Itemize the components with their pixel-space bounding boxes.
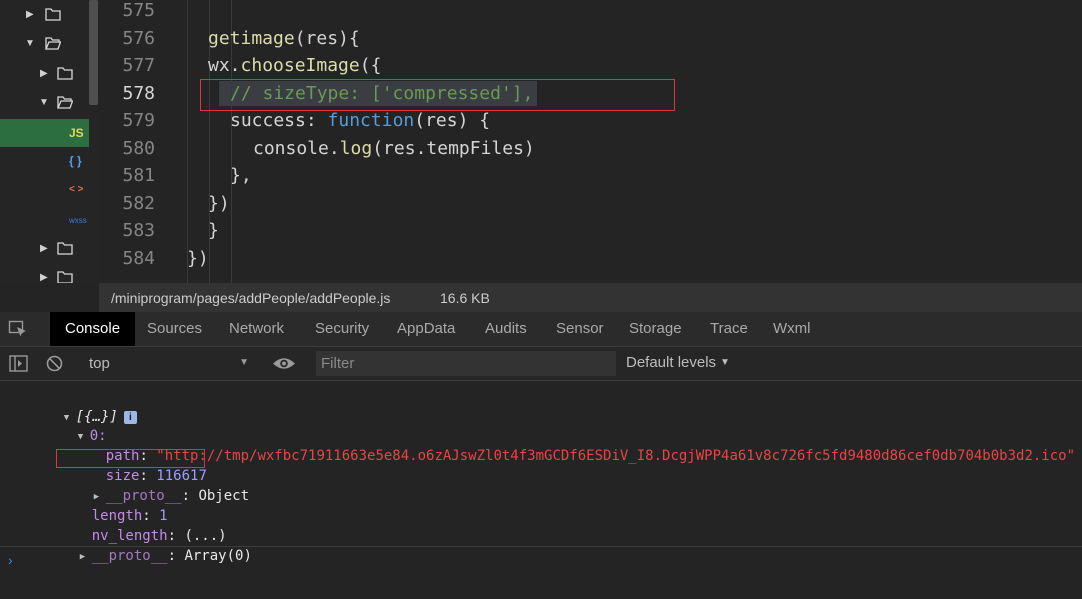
code-line[interactable]: 576 getimage(res){ (99, 25, 1082, 52)
file-size: 16.6 KB (440, 290, 490, 306)
context-selector[interactable]: top ▼ (80, 350, 255, 376)
code-line[interactable]: 581}, (99, 162, 1082, 189)
chevron-right-icon[interactable]: ▶ (40, 69, 48, 79)
sidebar-toggle-icon[interactable] (9, 355, 28, 372)
code-text: getimage(res){ (208, 27, 360, 49)
code-line[interactable]: 582}) (99, 190, 1082, 217)
file-type-icon: wxss (69, 216, 87, 225)
tree-folder[interactable]: ▶ (0, 264, 89, 283)
tab-wxml[interactable]: Wxml (773, 312, 811, 346)
tab-network[interactable]: Network (229, 312, 284, 346)
eye-icon[interactable] (272, 356, 296, 371)
tab-sensor[interactable]: Sensor (556, 312, 604, 346)
tree-folder[interactable]: ▶ (0, 235, 89, 263)
folder-icon (57, 242, 73, 255)
tree-folder[interactable]: ▼ (0, 30, 89, 58)
expand-arrow-icon[interactable]: ▶ (80, 547, 92, 567)
tab-storage[interactable]: Storage (629, 312, 682, 346)
info-icon[interactable]: i (123, 411, 137, 424)
line-number: 578 (122, 82, 155, 104)
tree-folder[interactable]: ▶ (0, 60, 89, 88)
code-text: success: function(res) { (230, 110, 491, 131)
tree-file[interactable]: < > (0, 176, 89, 204)
tree-folder[interactable]: ▼ (0, 89, 89, 117)
tree-scrollbar[interactable] (89, 0, 98, 105)
code-line[interactable]: 579 success: function(res) { (99, 107, 1082, 134)
console-toolbar: top ▼ Default levels▼ (0, 347, 1082, 381)
tab-console[interactable]: Console (50, 312, 136, 346)
code-text: }) (187, 247, 209, 269)
tab-trace[interactable]: Trace (710, 312, 748, 346)
devtools-tab-bar: Console Sources Network Security AppData Audi… (0, 312, 1082, 347)
prop-value: Array(0) (184, 548, 252, 564)
tab-security[interactable]: Security (315, 312, 369, 346)
chevron-down-icon[interactable]: ▼ (39, 98, 49, 108)
inspect-element-icon[interactable] (8, 320, 28, 338)
prop-path: path: "http://tmp/wxfbc71911663e5e84.o6z… (105, 448, 1076, 464)
tree-file[interactable]: { } (0, 147, 89, 175)
log-levels-label: Default levels (626, 354, 717, 371)
folder-icon (57, 271, 73, 283)
tree-file[interactable]: wxss (0, 205, 89, 233)
tab-sources[interactable]: Sources (147, 312, 202, 346)
file-type-icon: JS (69, 126, 84, 140)
line-number: 580 (122, 137, 155, 159)
prop-key: __proto__ (91, 548, 168, 564)
code-line[interactable]: 575 (99, 0, 1082, 24)
tree-file[interactable]: JS (0, 119, 89, 147)
prop-length: length: 1 (91, 508, 168, 524)
line-number: 577 (122, 55, 155, 76)
code-text: } (208, 220, 219, 241)
log-entry-array[interactable]: ▼ [{…}] i (30, 387, 137, 425)
chevron-right-icon[interactable]: ▶ (26, 10, 34, 20)
prop-value-string: "http://tmp/wxfbc71911663e5e84.o6zAJswZl… (156, 448, 1076, 464)
log-levels-dropdown[interactable]: Default levels ▼ (626, 354, 730, 371)
line-number: 581 (122, 165, 155, 186)
chevron-down-icon: ▼ (720, 357, 730, 368)
tree-folder[interactable]: ▶ (0, 1, 89, 29)
filter-input[interactable] (316, 351, 616, 376)
code-text: wx.chooseImage({ (208, 55, 382, 76)
file-type-icon: < > (69, 184, 84, 195)
line-number: 582 (122, 192, 155, 214)
folder-open-icon (57, 96, 73, 109)
chevron-down-icon[interactable]: ▼ (25, 39, 35, 49)
code-text: }) (208, 192, 230, 214)
clear-console-icon[interactable] (46, 355, 63, 372)
code-text: }, (230, 165, 252, 186)
code-line[interactable]: 584}) (99, 245, 1082, 272)
prop-nv-length[interactable]: nv_length: (...) (58, 506, 227, 544)
console-prompt[interactable]: › (8, 552, 13, 568)
editor-status-bar: /miniprogram/pages/addPeople/addPeople.j… (99, 283, 1082, 312)
file-type-icon: { } (69, 154, 82, 168)
code-line[interactable]: 577 wx.chooseImage({ (99, 52, 1082, 79)
chevron-down-icon: ▼ (239, 357, 249, 368)
code-editor[interactable]: 575 576 getimage(res){577 wx.chooseImage({5… (99, 0, 1082, 283)
prompt-divider (0, 546, 1082, 547)
annotation-box-sizetype (200, 79, 675, 111)
folder-icon (45, 8, 61, 21)
code-text: console.log(res.tempFiles) (253, 137, 535, 159)
chevron-right-icon[interactable]: ▶ (40, 244, 48, 254)
line-number: 575 (122, 0, 155, 21)
prop-value: Object (198, 488, 250, 504)
console-output: ▼ [{…}] i ▼ 0: path: "http://tmp/wxfbc71911… (0, 381, 1082, 599)
file-path: /miniprogram/pages/addPeople/addPeople.j… (111, 290, 391, 306)
prop-proto-array[interactable]: ▶ __proto__: Array(0) (46, 526, 252, 564)
prop-proto-object[interactable]: ▶ __proto__: Object (60, 466, 249, 504)
chevron-right-icon[interactable]: ▶ (40, 273, 48, 283)
line-number: 579 (122, 110, 155, 131)
line-number: 584 (122, 247, 155, 269)
folder-open-icon (45, 37, 61, 50)
tab-audits[interactable]: Audits (485, 312, 527, 346)
tab-appdata[interactable]: AppData (397, 312, 455, 346)
line-number: 576 (122, 27, 155, 49)
code-line[interactable]: 580 console.log(res.tempFiles) (99, 135, 1082, 162)
code-line[interactable]: 583} (99, 217, 1082, 244)
folder-icon (57, 67, 73, 80)
file-tree: ▶▼▶▼JS{ }< >wxss▶▶▶ (0, 0, 99, 283)
context-label: top (89, 355, 110, 372)
array-item-0[interactable]: ▼ 0: (44, 406, 107, 444)
line-number: 583 (122, 220, 155, 241)
